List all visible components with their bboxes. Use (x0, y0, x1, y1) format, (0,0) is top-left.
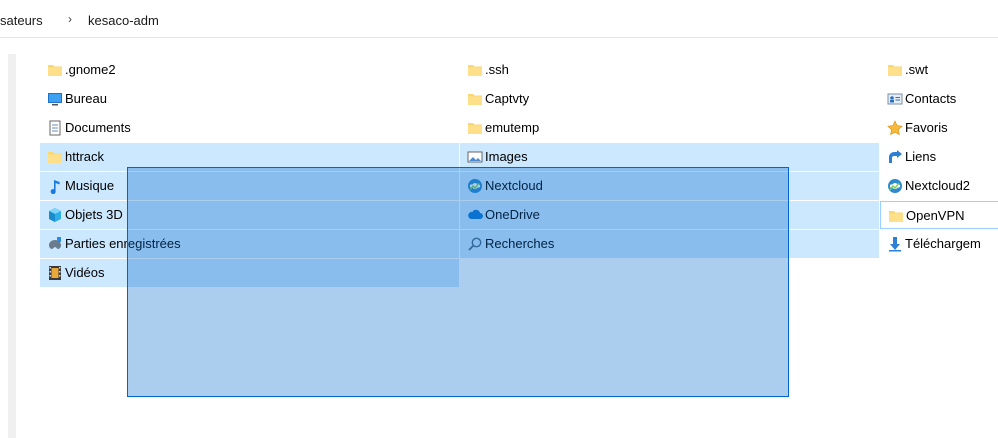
file-item[interactable]: .swt (880, 56, 998, 84)
folder-icon (467, 91, 483, 107)
file-item[interactable]: Bureau (40, 85, 459, 113)
folder-icon (47, 149, 63, 165)
file-item-label: OpenVPN (906, 208, 965, 223)
file-item-label: Téléchargem (905, 236, 981, 251)
file-item[interactable]: Téléchargem (880, 230, 998, 258)
navigation-pane-edge (8, 54, 16, 438)
breadcrumb-segment-current[interactable]: kesaco-adm (88, 13, 159, 28)
contacts-icon (887, 91, 903, 107)
file-item[interactable]: Liens (880, 143, 998, 171)
file-item-label: Favoris (905, 120, 948, 135)
file-item-label: Documents (65, 120, 131, 135)
pictures-icon (467, 149, 483, 165)
file-item-label: Objets 3D (65, 207, 123, 222)
file-item[interactable]: Contacts (880, 85, 998, 113)
objects-3d-icon (47, 207, 63, 223)
breadcrumb-segment-users[interactable]: sateurs (0, 13, 43, 28)
file-item-label: Contacts (905, 91, 957, 106)
file-item-label: .ssh (485, 62, 509, 77)
file-item-label: httrack (65, 149, 105, 164)
file-item[interactable]: Captvty (460, 85, 879, 113)
file-item[interactable]: OpenVPN (880, 201, 998, 229)
folder-icon (467, 120, 483, 136)
breadcrumb: sateurs › kesaco-adm (0, 0, 998, 38)
favorites-icon (887, 120, 903, 136)
file-item[interactable]: emutemp (460, 114, 879, 142)
downloads-icon (887, 236, 903, 252)
videos-icon (47, 265, 63, 281)
file-item-label: emutemp (485, 120, 540, 135)
folder-icon (887, 62, 903, 78)
folder-icon (888, 208, 904, 224)
folder-icon (47, 62, 63, 78)
nextcloud-icon (887, 178, 903, 194)
saved-games-icon (47, 236, 63, 252)
file-item-label: Captvty (485, 91, 530, 106)
documents-icon (47, 120, 63, 136)
file-item[interactable]: Nextcloud2 (880, 172, 998, 200)
file-item-label: .swt (905, 62, 929, 77)
desktop-icon (47, 91, 63, 107)
file-item[interactable]: Favoris (880, 114, 998, 142)
file-item-label: Liens (905, 149, 937, 164)
file-item[interactable]: .ssh (460, 56, 879, 84)
file-item[interactable]: .gnome2 (40, 56, 459, 84)
file-item-label: Images (485, 149, 528, 164)
links-icon (887, 149, 903, 165)
file-item-label: Musique (65, 178, 115, 193)
breadcrumb-chevron-icon[interactable]: › (68, 12, 72, 26)
file-item-label: Bureau (65, 91, 107, 106)
folder-icon (467, 62, 483, 78)
file-item-label: .gnome2 (65, 62, 116, 77)
file-item-label: Vidéos (65, 265, 105, 280)
file-item-label: Nextcloud2 (905, 178, 971, 193)
music-icon (47, 178, 63, 195)
file-item[interactable]: Documents (40, 114, 459, 142)
selection-marquee (127, 167, 789, 397)
